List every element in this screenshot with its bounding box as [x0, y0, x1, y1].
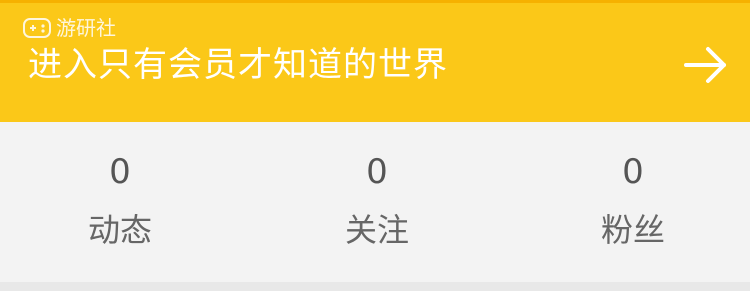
member-banner[interactable]: 游研社 进入只有会员才知道的世界: [0, 0, 750, 122]
member-profile-section: 游研社 进入只有会员才知道的世界 0 动态 0 关注 0 粉丝: [0, 0, 750, 291]
stat-posts-count: 0: [109, 152, 131, 192]
stat-following[interactable]: 0 关注: [297, 122, 457, 282]
stat-posts-label: 动态: [87, 211, 152, 249]
arrow-right-icon[interactable]: [682, 43, 730, 87]
watermark: 游研社: [22, 13, 116, 43]
stat-following-count: 0: [366, 152, 388, 192]
member-banner-text: 进入只有会员才知道的世界: [28, 45, 448, 85]
stats-bar: 0 动态 0 关注 0 粉丝: [0, 122, 750, 282]
stat-posts[interactable]: 0 动态: [40, 122, 200, 282]
gamepad-logo-icon: [23, 18, 51, 38]
stat-following-label: 关注: [344, 211, 409, 249]
section-divider: [0, 282, 750, 291]
stat-followers[interactable]: 0 粉丝: [553, 122, 713, 282]
watermark-text: 游研社: [56, 16, 116, 40]
stat-followers-label: 粉丝: [600, 211, 665, 249]
stat-followers-count: 0: [622, 152, 644, 192]
